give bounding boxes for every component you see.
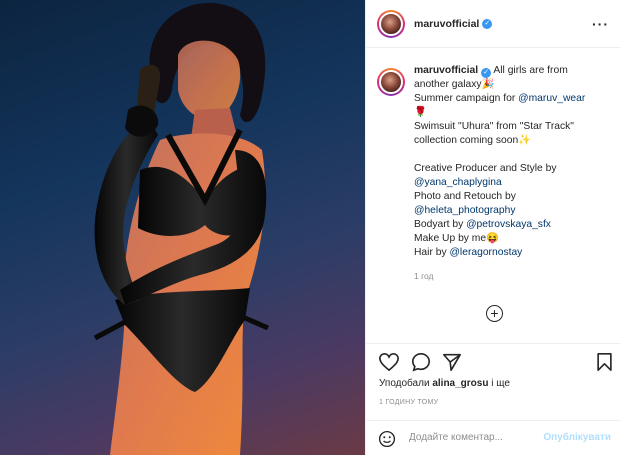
caption-line: Bodyart by [414, 219, 467, 230]
caption-line: Swimsuit "Uhura" from "Star Track" [414, 121, 574, 132]
share-send-icon[interactable] [442, 352, 462, 372]
avatar[interactable] [377, 9, 405, 38]
instagram-post: maruvofficial ✓ ··· maruvofficial ✓ All g… [0, 0, 620, 455]
post-actions: Уподобали alina_grosu і ще 1 ГОДИНУ ТОМУ… [366, 343, 620, 455]
mention-link[interactable]: @heleta_photography [414, 205, 516, 216]
caption-line: Hair by [414, 247, 450, 258]
comment-input[interactable]: Додайте коментар... [409, 432, 503, 443]
likes-user[interactable]: alina_grosu [432, 378, 488, 389]
verified-badge-icon: ✓ [481, 68, 492, 78]
caption-line: Creative Producer and Style by [414, 163, 557, 174]
publish-comment-button[interactable]: Опублікувати [543, 432, 611, 443]
mention-link[interactable]: @yana_chaplygina [414, 177, 502, 188]
load-more-comments-icon[interactable]: + [486, 305, 503, 322]
post-caption: maruvofficial ✓ All girls are from anothe… [414, 64, 609, 343]
verified-badge-icon: ✓ [482, 18, 493, 29]
caption-line: Photo and Retouch by [414, 191, 516, 202]
comments-section: maruvofficial ✓ All girls are from anothe… [366, 48, 620, 343]
caption-line: 🌹 [414, 107, 427, 118]
caption-username[interactable]: maruvofficial [414, 65, 478, 76]
more-dots-icon[interactable]: ··· [592, 16, 609, 32]
mention-link[interactable]: @maruv_wear [518, 93, 585, 104]
emoji-smiley-icon[interactable] [378, 430, 396, 448]
like-heart-icon[interactable] [378, 352, 400, 372]
mention-link[interactable]: @leragornostay [449, 247, 522, 258]
likes-suffix[interactable]: і ще [488, 378, 510, 389]
likes-summary: Уподобали alina_grosu і ще [379, 378, 510, 389]
caption-line: All girls are from [493, 65, 568, 76]
comment-bubble-icon[interactable] [411, 352, 431, 372]
add-comment-bar: Додайте коментар... Опублікувати [366, 420, 620, 455]
caption-avatar[interactable] [377, 68, 405, 96]
post-photo[interactable] [0, 0, 365, 455]
action-icons [378, 352, 613, 374]
header-username[interactable]: maruvofficial [414, 18, 479, 30]
caption-line: another galaxy🎉 [414, 79, 495, 90]
caption-time: 1 год [414, 271, 434, 281]
post-photo-illustration [93, 2, 269, 455]
likes-prefix: Уподобали [379, 378, 433, 389]
mention-link[interactable]: @petrovskaya_sfx [466, 219, 551, 230]
caption-line: Make Up by me😝 [414, 233, 499, 244]
post-side-panel: maruvofficial ✓ ··· maruvofficial ✓ All g… [365, 0, 620, 455]
post-timestamp[interactable]: 1 ГОДИНУ ТОМУ [379, 399, 438, 406]
caption-line: Summer campaign for [414, 93, 519, 104]
save-bookmark-icon[interactable] [596, 352, 613, 372]
caption-line: collection coming soon✨ [414, 135, 531, 146]
post-header: maruvofficial ✓ ··· [366, 0, 620, 48]
